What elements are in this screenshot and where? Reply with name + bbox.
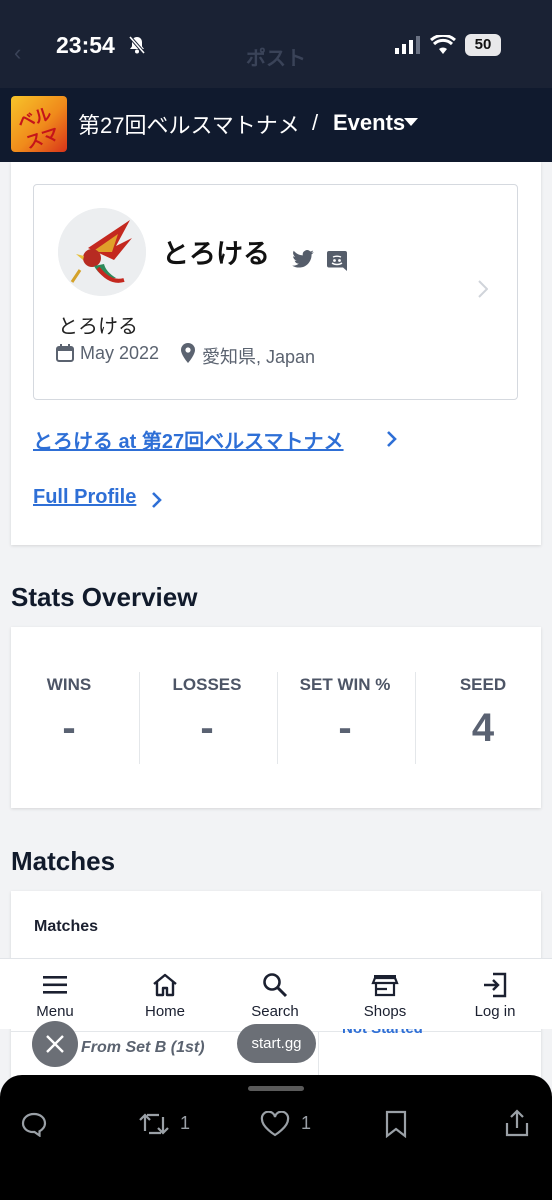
chevron-right-icon[interactable] [386,430,398,448]
menu-icon [43,976,67,994]
nav-login[interactable]: Log in [440,958,550,1028]
discord-icon[interactable] [326,250,348,272]
home-icon [153,973,177,997]
phoenix-avatar-icon [58,208,146,296]
stat-value-wins: - [62,706,76,750]
stat-label-seed: SEED [459,675,507,694]
search-icon [263,973,288,998]
twitter-icon[interactable] [292,250,314,268]
domain-toast: start.gg [237,1024,316,1063]
full-profile-link[interactable]: Full Profile [33,486,136,509]
close-icon [46,1035,64,1053]
retweet-count: 1 [180,1113,191,1133]
player-real-name: とろける [58,316,138,338]
avatar [58,208,146,296]
reply-icon[interactable] [20,1111,48,1137]
shop-icon [371,975,399,997]
stat-label-set-win: SET WIN % [299,675,391,694]
location-pin-icon [181,343,195,363]
matches-card-heading: Matches [34,918,99,935]
stat-value-seed: 4 [471,706,495,750]
close-button[interactable] [32,1021,78,1067]
wifi-icon [430,35,456,54]
back-chevron-icon[interactable]: ‹ [14,40,21,66]
battery-indicator: 50 [465,34,501,56]
event-logo[interactable]: ベル スマ [11,96,67,152]
nav-search-label: Search [251,1003,299,1020]
stat-value-losses: - [200,706,214,750]
stat-label-losses: LOSSES [172,675,242,694]
breadcrumb-separator: / [312,110,319,135]
chevron-right-icon[interactable] [151,491,163,509]
silent-bell-icon [128,35,146,55]
like-count: 1 [301,1113,312,1133]
chevron-right-icon[interactable] [478,280,488,298]
like-icon[interactable] [260,1111,290,1137]
match-from-set: From Set B (1st) [81,1039,205,1056]
caret-down-icon[interactable] [404,118,418,128]
joined-date: May 2022 [80,343,160,363]
calendar-icon [56,344,74,362]
nav-menu-label: Menu [36,1003,74,1020]
nav-login-label: Log in [474,1003,516,1020]
background-post-title: ポスト [246,48,306,70]
stats-overview-title: Stats Overview [11,582,198,612]
player-location: 愛知県, Japan [202,347,316,367]
matches-title: Matches [11,846,116,876]
stat-value-set-win: - [338,706,352,750]
gamer-tag: とろける [162,239,270,269]
bookmark-icon[interactable] [384,1110,408,1138]
status-time: 23:54 [56,32,115,58]
nav-home[interactable]: Home [110,958,220,1028]
nav-search[interactable]: Search [220,958,330,1028]
nav-home-label: Home [144,1003,185,1020]
nav-menu[interactable]: Menu [0,958,110,1028]
share-icon[interactable] [504,1108,530,1138]
event-title[interactable]: 第27回ベルスマトナメ [78,108,300,140]
entrant-event-link[interactable]: とろける at 第27回ベルスマトナメ [33,425,344,454]
stat-label-wins: WINS [46,675,92,694]
nav-shops[interactable]: Shops [330,958,440,1028]
events-dropdown[interactable]: Events [333,110,405,136]
retweet-icon[interactable] [138,1111,170,1137]
post-action-bar [0,1075,552,1200]
nav-shops-label: Shops [363,1003,407,1020]
login-icon [484,972,507,998]
sheet-handle[interactable] [248,1086,304,1091]
signal-icon [395,36,420,54]
